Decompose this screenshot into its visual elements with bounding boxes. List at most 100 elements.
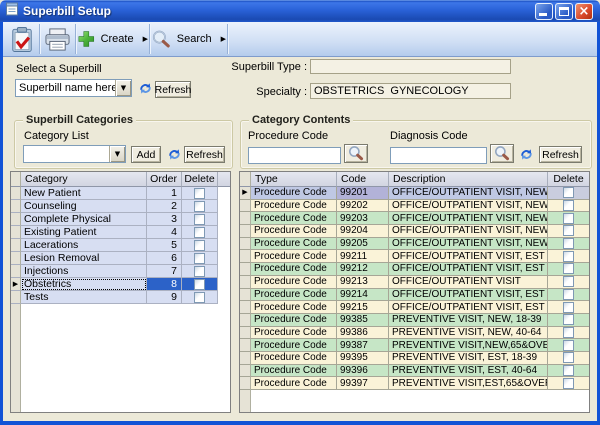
delete-checkbox[interactable] [563, 238, 574, 249]
description-cell[interactable]: OFFICE/OUTPATIENT VISIT, EST [389, 301, 548, 314]
table-row[interactable]: Procedure Code99387PREVENTIVE VISIT,NEW,… [240, 339, 589, 352]
delete-checkbox[interactable] [563, 276, 574, 287]
delete-cell[interactable] [182, 252, 218, 265]
delete-checkbox[interactable] [563, 289, 574, 300]
delete-cell[interactable] [548, 327, 589, 340]
type-cell[interactable]: Procedure Code [251, 212, 337, 225]
type-cell[interactable]: Procedure Code [251, 377, 337, 390]
delete-cell[interactable] [548, 212, 589, 225]
delete-cell[interactable] [548, 339, 589, 352]
create-button[interactable]: Create ▶ [77, 22, 148, 56]
order-cell[interactable]: 7 [147, 265, 182, 278]
order-cell[interactable]: 2 [147, 200, 182, 213]
order-cell[interactable]: 9 [147, 291, 182, 304]
description-cell[interactable]: OFFICE/OUTPATIENT VISIT, NEW [389, 212, 548, 225]
close-button[interactable]: × [575, 3, 593, 20]
table-row[interactable]: Procedure Code99213OFFICE/OUTPATIENT VIS… [240, 276, 589, 289]
delete-checkbox[interactable] [194, 227, 205, 238]
table-row[interactable]: Procedure Code99214OFFICE/OUTPATIENT VIS… [240, 289, 589, 302]
table-row[interactable]: Procedure Code99386PREVENTIVE VISIT, NEW… [240, 327, 589, 340]
code-cell[interactable]: 99214 [337, 289, 389, 302]
delete-checkbox[interactable] [563, 378, 574, 389]
delete-checkbox[interactable] [563, 327, 574, 338]
type-cell[interactable]: Procedure Code [251, 187, 337, 200]
procedure-code-search-button[interactable] [344, 144, 368, 163]
description-cell[interactable]: PREVENTIVE VISIT,EST,65&OVER [389, 377, 548, 390]
description-cell[interactable]: OFFICE/OUTPATIENT VISIT, NEW [389, 200, 548, 213]
code-cell[interactable]: 99215 [337, 301, 389, 314]
delete-checkbox[interactable] [194, 266, 205, 277]
table-row[interactable]: Procedure Code99202OFFICE/OUTPATIENT VIS… [240, 200, 589, 213]
type-cell[interactable]: Procedure Code [251, 276, 337, 289]
description-cell[interactable]: PREVENTIVE VISIT, EST, 40-64 [389, 365, 548, 378]
table-row[interactable]: Procedure Code99205OFFICE/OUTPATIENT VIS… [240, 238, 589, 251]
delete-cell[interactable] [548, 238, 589, 251]
order-cell[interactable]: 3 [147, 213, 182, 226]
superbill-type-field[interactable] [310, 59, 511, 74]
search-button[interactable]: Search ▶ [151, 22, 226, 56]
code-cell[interactable]: 99212 [337, 263, 389, 276]
delete-checkbox[interactable] [194, 279, 205, 290]
delete-cell[interactable] [548, 377, 589, 390]
description-cell[interactable]: OFFICE/OUTPATIENT VISIT, EST [389, 263, 548, 276]
delete-cell[interactable] [548, 250, 589, 263]
category-cell[interactable]: Lesion Removal [21, 252, 147, 265]
delete-cell[interactable] [548, 314, 589, 327]
type-cell[interactable]: Procedure Code [251, 225, 337, 238]
code-cell[interactable]: 99202 [337, 200, 389, 213]
category-cell[interactable]: Obstetrics [21, 278, 147, 291]
refresh-superbill-icon[interactable] [138, 82, 153, 100]
table-row[interactable]: Existing Patient4 [11, 226, 230, 239]
procedure-code-input[interactable] [248, 147, 341, 164]
category-cell[interactable]: Counseling [21, 200, 147, 213]
code-cell[interactable]: 99205 [337, 238, 389, 251]
delete-cell[interactable] [548, 225, 589, 238]
create-expand-arrow-icon[interactable]: ▶ [143, 35, 148, 43]
code-cell[interactable]: 99201 [337, 187, 389, 200]
add-category-button[interactable]: Add [131, 146, 161, 163]
category-cell[interactable]: New Patient [21, 187, 147, 200]
code-cell[interactable]: 99386 [337, 327, 389, 340]
code-cell[interactable]: 99385 [337, 314, 389, 327]
order-cell[interactable]: 6 [147, 252, 182, 265]
description-cell[interactable]: OFFICE/OUTPATIENT VISIT, NEW [389, 225, 548, 238]
delete-cell[interactable] [548, 365, 589, 378]
order-cell[interactable]: 8 [147, 278, 182, 291]
code-cell[interactable]: 99204 [337, 225, 389, 238]
description-cell[interactable]: PREVENTIVE VISIT,NEW,65&OVER [389, 339, 548, 352]
table-row[interactable]: Procedure Code99385PREVENTIVE VISIT, NEW… [240, 314, 589, 327]
code-cell[interactable]: 99211 [337, 250, 389, 263]
delete-cell[interactable] [548, 276, 589, 289]
delete-cell[interactable] [182, 278, 218, 291]
superbill-select-dropdown-button[interactable]: ▼ [115, 80, 131, 96]
refresh-categories-button[interactable]: Refresh [184, 146, 225, 163]
category-cell[interactable]: Complete Physical [21, 213, 147, 226]
code-cell[interactable]: 99395 [337, 352, 389, 365]
type-cell[interactable]: Procedure Code [251, 250, 337, 263]
description-cell[interactable]: PREVENTIVE VISIT, NEW, 18-39 [389, 314, 548, 327]
type-cell[interactable]: Procedure Code [251, 339, 337, 352]
type-cell[interactable]: Procedure Code [251, 314, 337, 327]
titlebar[interactable]: Superbill Setup × [0, 0, 600, 22]
delete-checkbox[interactable] [194, 292, 205, 303]
delete-checkbox[interactable] [194, 214, 205, 225]
table-row[interactable]: Procedure Code99396PREVENTIVE VISIT, EST… [240, 365, 589, 378]
column-header-code[interactable]: Code [337, 172, 389, 187]
print-button[interactable] [41, 22, 74, 56]
delete-checkbox[interactable] [194, 240, 205, 251]
table-row[interactable]: Procedure Code99211OFFICE/OUTPATIENT VIS… [240, 250, 589, 263]
table-row[interactable]: Procedure Code99204OFFICE/OUTPATIENT VIS… [240, 225, 589, 238]
table-row[interactable]: Procedure Code99203OFFICE/OUTPATIENT VIS… [240, 212, 589, 225]
table-row[interactable]: ▶Obstetrics8 [11, 278, 230, 291]
delete-checkbox[interactable] [563, 213, 574, 224]
type-cell[interactable]: Procedure Code [251, 289, 337, 302]
delete-cell[interactable] [548, 263, 589, 276]
code-cell[interactable]: 99396 [337, 365, 389, 378]
table-row[interactable]: New Patient1 [11, 187, 230, 200]
column-header-category[interactable]: Category [21, 172, 147, 187]
delete-cell[interactable] [182, 291, 218, 304]
delete-checkbox[interactable] [563, 314, 574, 325]
delete-checkbox[interactable] [563, 251, 574, 262]
table-row[interactable]: Procedure Code99215OFFICE/OUTPATIENT VIS… [240, 301, 589, 314]
order-cell[interactable]: 1 [147, 187, 182, 200]
